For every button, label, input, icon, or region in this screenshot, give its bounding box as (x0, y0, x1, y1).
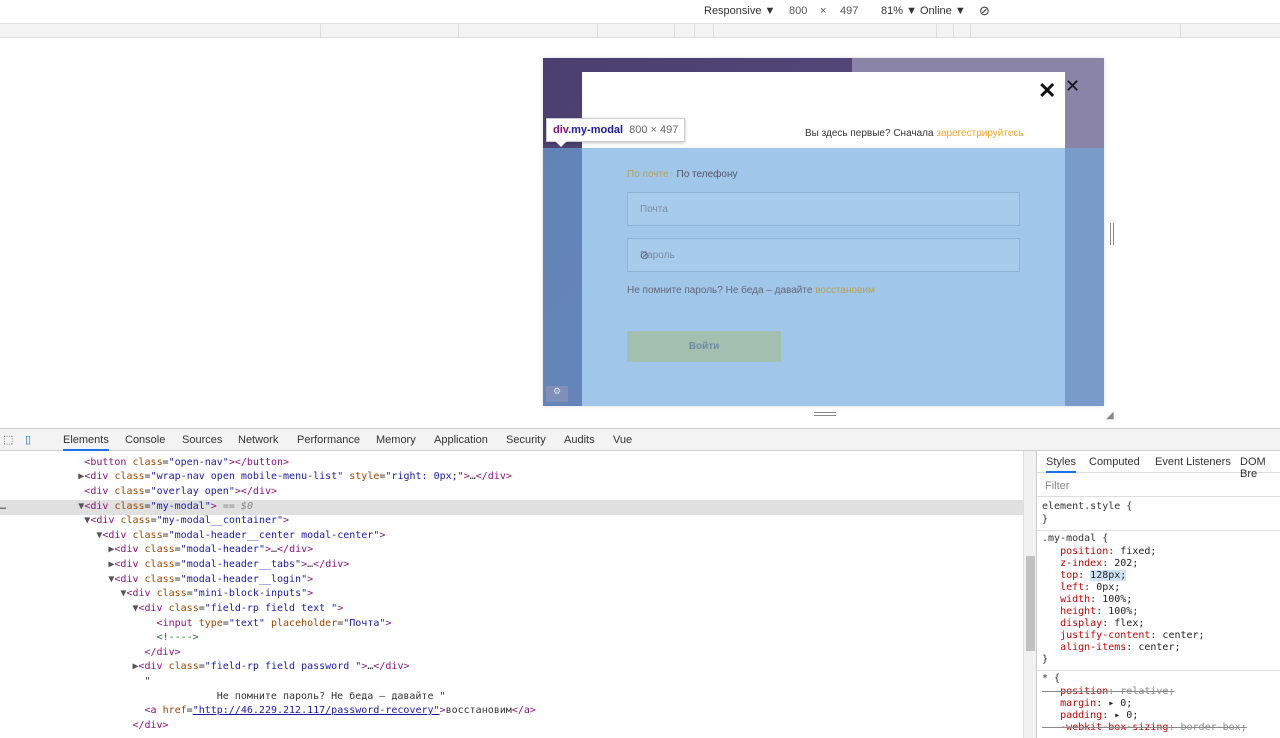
css-prop[interactable]: position: fixed; (1042, 546, 1156, 557)
tree-line[interactable]: <input type="text" placeholder="Почта"> (0, 617, 1023, 632)
tree-line[interactable]: " (0, 675, 1023, 690)
rule-close: } (1042, 654, 1049, 665)
tree-line[interactable]: <div class="overlay open"></div> (0, 485, 1023, 500)
tree-line-selected[interactable]: … ▼<div class="my-modal"> == $0 (0, 500, 1023, 515)
css-prop-overridden[interactable]: -webkit-box-sizing: border-box; (1042, 722, 1247, 733)
tab-network[interactable]: Network (238, 434, 278, 446)
restore-link[interactable]: восстановим (815, 285, 875, 296)
eye-off-icon[interactable]: ⊘ (640, 249, 1011, 262)
css-prop[interactable]: padding: ▸ 0; (1042, 710, 1138, 721)
tree-line[interactable]: ▼<div class="my-modal__container"> (0, 514, 1023, 529)
elements-scrollbar[interactable] (1023, 451, 1036, 738)
css-prop[interactable]: margin: ▸ 0; (1042, 698, 1132, 709)
tab-email[interactable]: По почте (627, 169, 669, 180)
css-prop[interactable]: display: flex; (1042, 618, 1144, 629)
tab-sources[interactable]: Sources (182, 434, 222, 446)
css-prop[interactable]: align-items: center; (1042, 642, 1180, 653)
first-visit-text: Вы здесь первые? Сначала (805, 128, 937, 139)
tab-console[interactable]: Console (125, 434, 165, 446)
tree-line[interactable]: ▼<div class="field-rp field text "> (0, 602, 1023, 617)
tab-styles[interactable]: Styles (1046, 456, 1076, 473)
css-prop[interactable]: top: 128px; (1042, 570, 1127, 581)
tree-line[interactable]: <a href="http://46.229.212.117/password-… (0, 704, 1023, 719)
close-icon-outer[interactable]: ✕ (1065, 76, 1080, 97)
scrollbar-thumb[interactable] (1026, 556, 1035, 651)
element-style-rule: element.style { (1042, 501, 1133, 512)
device-toolbar: Responsive ▼ 800 × 497 81% ▼ Online ▼ ⊘ (0, 0, 1280, 24)
tab-elements[interactable]: Elements (63, 434, 109, 451)
tab-performance[interactable]: Performance (297, 434, 360, 446)
password-field[interactable]: Пароль ⊘ (627, 238, 1020, 272)
forgot-password-line: Не помните пароль? Не беда – давайте вос… (627, 285, 875, 296)
tree-line[interactable]: ▼<div class="mini-block-inputs"> (0, 587, 1023, 602)
tree-line[interactable]: ▼<div class="modal-header__login"> (0, 573, 1023, 588)
tree-line[interactable]: ▶<div class="modal-header__tabs">…</div> (0, 558, 1023, 573)
responsive-dropdown[interactable]: Responsive ▼ (704, 5, 775, 17)
rotate-icon[interactable]: ⊘ (979, 3, 990, 19)
first-visit-line: Вы здесь первые? Сначала зарегестрируйте… (805, 128, 1024, 139)
css-prop[interactable]: z-index: 202; (1042, 558, 1138, 569)
vue-devtools-icon[interactable]: ⚙ (546, 386, 568, 402)
tree-line[interactable]: </div> (0, 646, 1023, 661)
tree-line[interactable]: <!----> (0, 631, 1023, 646)
device-frame: ✕ ✕ Вы здесь первые? Сначала зарегестрир… (543, 58, 1104, 406)
email-placeholder: Почта (640, 204, 668, 215)
tab-application[interactable]: Application (434, 434, 488, 446)
tree-line[interactable]: </div> (0, 719, 1023, 734)
resize-corner-icon[interactable]: ◢ (1106, 410, 1114, 421)
resize-handle-horizontal[interactable] (1110, 223, 1114, 245)
tree-line[interactable]: <button class="open-nav"></button> (0, 456, 1023, 471)
css-prop-overridden[interactable]: position: relative; (1042, 686, 1174, 697)
highlight-content (582, 148, 1065, 406)
css-prop[interactable]: height: 100%; (1042, 606, 1138, 617)
device-toggle-icon[interactable]: ▯ (25, 433, 38, 446)
resize-handle-vertical[interactable] (814, 412, 836, 416)
tree-line[interactable]: ▼<div class="modal-header__center modal-… (0, 529, 1023, 544)
login-button[interactable]: Войти (627, 331, 781, 362)
media-query-ruler (0, 24, 1280, 38)
close-icon[interactable]: ✕ (1038, 78, 1056, 104)
register-link[interactable]: зарегестрируйтесь (936, 128, 1023, 139)
tree-line[interactable]: ▶<div class="modal-header">…</div> (0, 543, 1023, 558)
emulated-viewport: ✕ ✕ Вы здесь первые? Сначала зарегестрир… (0, 38, 1280, 428)
css-prop[interactable]: width: 100%; (1042, 594, 1132, 605)
network-dropdown[interactable]: Online ▼ (920, 5, 966, 17)
devtools-panel: ⬚ ▯ Elements Console Sources Network Per… (0, 428, 1280, 738)
tab-memory[interactable]: Memory (376, 434, 416, 446)
css-prop[interactable]: justify-content: center; (1042, 630, 1205, 641)
my-modal-rule: .my-modal { (1042, 533, 1109, 544)
tab-event-listeners[interactable]: Event Listeners (1155, 456, 1231, 468)
height-input[interactable]: 497 (840, 5, 858, 17)
login-tabs: По почте По телефону (627, 169, 737, 180)
email-field[interactable]: Почта (627, 192, 1020, 226)
tab-phone[interactable]: По телефону (677, 169, 738, 180)
times-symbol: × (820, 5, 827, 17)
tree-line[interactable]: ▶<div class="wrap-nav open mobile-menu-l… (0, 470, 1023, 485)
zoom-dropdown[interactable]: 81% ▼ (881, 5, 917, 17)
tree-line[interactable]: ▶<div class="field-rp field password ">…… (0, 660, 1023, 675)
element-tooltip: div.my-modal 800 × 497 (546, 118, 686, 147)
rule-close: } (1042, 514, 1049, 525)
universal-rule: * { (1042, 673, 1061, 684)
tab-vue[interactable]: Vue (613, 434, 632, 446)
inspect-icon[interactable]: ⬚ (3, 433, 16, 446)
tab-computed[interactable]: Computed (1089, 456, 1140, 468)
tab-security[interactable]: Security (506, 434, 546, 446)
tab-audits[interactable]: Audits (564, 434, 595, 446)
elements-tree[interactable]: <button class="open-nav"></button> ▶<div… (0, 451, 1023, 738)
tree-line[interactable]: Не помните пароль? Не беда – давайте " (0, 690, 1023, 705)
width-input[interactable]: 800 (789, 5, 807, 17)
css-prop[interactable]: left: 0px; (1042, 582, 1120, 593)
devtools-tabbar: ⬚ ▯ Elements Console Sources Network Per… (0, 429, 1280, 451)
styles-filter-input[interactable]: Filter (1037, 475, 1280, 497)
styles-tabbar: Styles Computed Event Listeners DOM Bre (1037, 451, 1280, 480)
styles-pane: Styles Computed Event Listeners DOM Bre … (1036, 451, 1280, 738)
